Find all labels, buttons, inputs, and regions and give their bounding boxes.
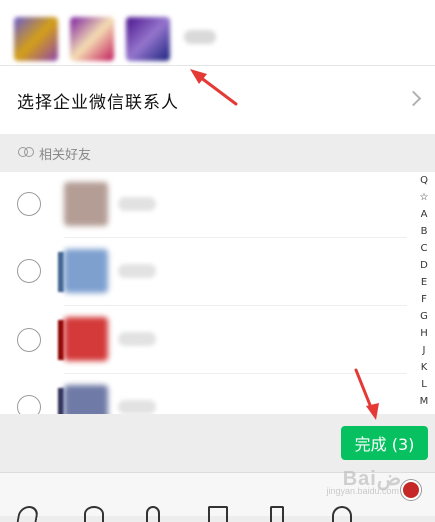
alphabet-index[interactable]: Q ☆ A B C D E F G H J K L M — [413, 172, 435, 410]
index-letter[interactable]: B — [421, 223, 428, 240]
index-letter[interactable]: M — [420, 393, 429, 410]
contact-list — [0, 172, 435, 414]
chevron-right-icon — [405, 90, 422, 107]
contact-name — [118, 264, 156, 278]
index-letter[interactable]: L — [421, 376, 427, 393]
share-icon[interactable] — [16, 506, 40, 522]
contact-radio[interactable] — [17, 259, 41, 283]
index-letter[interactable]: D — [420, 257, 428, 274]
selected-avatar[interactable] — [14, 17, 58, 61]
related-friends-icon — [18, 147, 36, 159]
contact-radio[interactable] — [17, 395, 41, 414]
divider — [64, 237, 407, 238]
selected-search-placeholder — [184, 30, 216, 44]
index-letter[interactable]: F — [421, 291, 427, 308]
folder-icon[interactable] — [208, 506, 228, 522]
contact-avatar — [64, 385, 108, 414]
selected-avatar[interactable] — [70, 17, 114, 61]
footer-bar: 完成 (3) — [0, 414, 435, 472]
chat-icon[interactable] — [84, 506, 104, 522]
contact-avatar — [64, 249, 108, 293]
index-letter[interactable]: C — [421, 240, 428, 257]
index-star-icon[interactable]: ☆ — [420, 189, 429, 206]
section-header: 相关好友 — [0, 134, 435, 172]
index-search-icon[interactable]: Q — [420, 172, 428, 189]
contact-icon[interactable] — [146, 506, 160, 522]
done-button[interactable]: 完成 (3) — [341, 426, 428, 460]
section-title: 相关好友 — [39, 147, 92, 163]
divider — [64, 373, 407, 374]
contact-avatar — [64, 182, 108, 226]
index-letter[interactable]: J — [423, 342, 426, 359]
choose-enterprise-contacts-row[interactable]: 选择企业微信联系人 — [0, 66, 435, 134]
index-letter[interactable]: K — [421, 359, 428, 376]
contact-radio[interactable] — [17, 328, 41, 352]
index-letter[interactable]: H — [420, 325, 428, 342]
contact-name — [118, 332, 156, 346]
phone-icon[interactable] — [270, 506, 284, 522]
contact-name — [118, 197, 156, 211]
contact-avatar — [64, 317, 108, 361]
divider — [64, 305, 407, 306]
index-letter[interactable]: G — [420, 308, 428, 325]
index-letter[interactable]: A — [421, 206, 428, 223]
location-icon[interactable] — [332, 506, 352, 522]
contact-radio[interactable] — [17, 192, 41, 216]
contact-name — [118, 400, 156, 414]
selected-contacts-strip — [0, 0, 435, 66]
watermark-url: jingyan.baidu.com — [326, 486, 399, 496]
index-letter[interactable]: E — [421, 274, 427, 291]
watermark-badge-icon — [401, 480, 421, 500]
choose-enterprise-contacts-label: 选择企业微信联系人 — [17, 92, 179, 113]
selected-avatar[interactable] — [126, 17, 170, 61]
